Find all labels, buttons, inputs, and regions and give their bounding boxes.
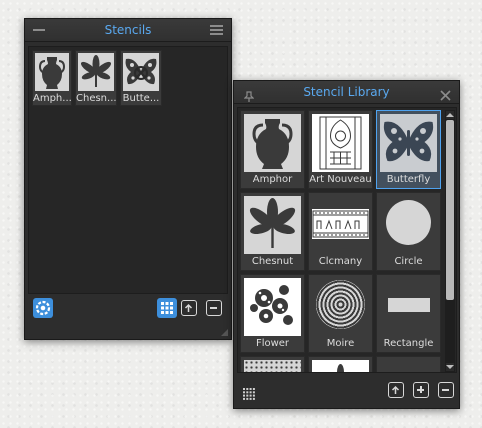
- library-item-label: Chesnut: [251, 256, 294, 267]
- import-icon[interactable]: [388, 382, 404, 398]
- library-item-label: Moire: [326, 338, 355, 349]
- art-nouveau-thumbnail: [312, 114, 369, 172]
- library-item-rectangle[interactable]: Rectangle: [376, 274, 441, 353]
- remove-icon[interactable]: [438, 382, 454, 398]
- stencil-item-amphora[interactable]: Amph...: [32, 50, 72, 106]
- clcmany-thumbnail: [312, 209, 369, 239]
- library-item-partial-1[interactable]: [240, 356, 305, 372]
- circle-thumbnail: [386, 200, 431, 245]
- remove-icon[interactable]: [206, 300, 222, 316]
- partial-thumbnail: [312, 360, 369, 372]
- stencils-titlebar[interactable]: Stencils: [25, 19, 231, 42]
- stencils-content-area: Amph... Chesn... Butte...: [28, 46, 228, 294]
- flower-thumbnail: [244, 278, 301, 336]
- rectangle-thumbnail: [388, 298, 430, 312]
- stencils-panel: Stencils Amph... Chesn... Butte...: [24, 18, 232, 340]
- amphora-thumbnail: [35, 53, 69, 91]
- library-item-label: Clcmany: [318, 256, 363, 267]
- close-icon[interactable]: [440, 86, 451, 101]
- library-grid-area: Amphor Art Nouveau Butterfly Chesnut Clc…: [237, 107, 457, 373]
- library-item-partial-3[interactable]: [376, 356, 441, 372]
- hamburger-menu-icon[interactable]: [210, 25, 223, 36]
- library-item-moire[interactable]: Moire: [308, 274, 373, 353]
- library-item-label: Flower: [255, 338, 290, 349]
- stencils-title: Stencils: [104, 23, 152, 37]
- scroll-down-arrow[interactable]: [446, 363, 454, 371]
- library-item-label: Art Nouveau: [309, 174, 372, 185]
- stencil-library-panel: Stencil Library Amphor Art Nouveau Butte…: [233, 80, 460, 409]
- library-item-circle[interactable]: Circle: [376, 192, 441, 271]
- library-item-flower[interactable]: Flower: [240, 274, 305, 353]
- library-item-partial-2[interactable]: [308, 356, 373, 372]
- grid-density-icon[interactable]: [243, 385, 255, 400]
- library-item-label: Rectangle: [383, 338, 434, 349]
- grid-view-icon[interactable]: [157, 298, 177, 318]
- stencil-item-butterfly[interactable]: Butte...: [120, 50, 162, 106]
- library-item-clcmany[interactable]: Clcmany: [308, 192, 373, 271]
- scroll-up-arrow[interactable]: [446, 111, 454, 119]
- butterfly-thumbnail: [380, 114, 437, 172]
- amphor-thumbnail: [244, 114, 301, 172]
- import-icon[interactable]: [181, 300, 197, 316]
- stencil-item-label: Butte...: [122, 93, 160, 104]
- library-item-art-nouveau[interactable]: Art Nouveau: [308, 110, 373, 189]
- library-scrollbar[interactable]: [445, 110, 455, 372]
- library-title: Stencil Library: [303, 85, 390, 99]
- moire-thumbnail: [316, 280, 365, 329]
- resize-grip-icon[interactable]: [221, 329, 228, 336]
- stencil-item-label: Amph...: [33, 93, 71, 104]
- library-item-chesnut[interactable]: Chesnut: [240, 192, 305, 271]
- gear-icon[interactable]: [33, 298, 53, 318]
- library-item-label: Butterfly: [386, 174, 431, 185]
- library-item-label: Circle: [394, 256, 423, 267]
- library-item-amphor[interactable]: Amphor: [240, 110, 305, 189]
- library-titlebar[interactable]: Stencil Library: [234, 81, 459, 104]
- library-item-label: Amphor: [252, 174, 293, 185]
- butterfly-thumbnail: [123, 53, 159, 91]
- stencil-item-label: Chesn...: [76, 93, 116, 104]
- chesnut-thumbnail: [244, 196, 301, 254]
- stencil-item-chesnut[interactable]: Chesn...: [75, 50, 117, 106]
- scroll-thumb[interactable]: [446, 120, 454, 300]
- library-item-butterfly[interactable]: Butterfly: [376, 110, 441, 189]
- chesnut-leaf-thumbnail: [78, 53, 114, 91]
- add-icon[interactable]: [413, 382, 429, 398]
- partial-thumbnail: [244, 360, 301, 372]
